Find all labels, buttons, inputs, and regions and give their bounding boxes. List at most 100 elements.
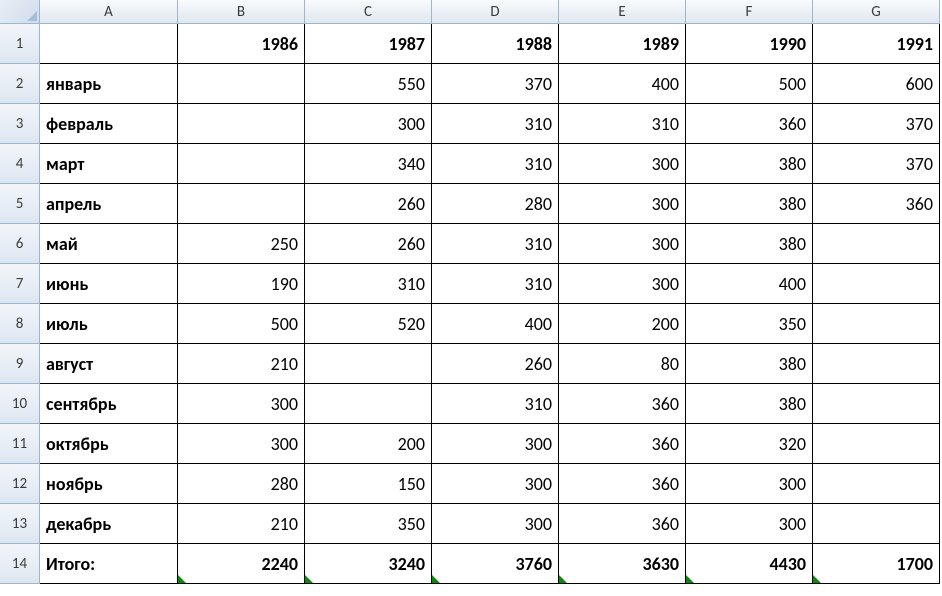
cell-C14[interactable]: 3240 [305, 544, 432, 584]
cell-B14[interactable]: 2240 [178, 544, 305, 584]
row-header-2[interactable]: 2 [0, 64, 40, 104]
cell-C5[interactable]: 260 [305, 184, 432, 224]
cell-E10[interactable]: 360 [559, 384, 686, 424]
cell-G3[interactable]: 370 [813, 104, 940, 144]
cell-D14[interactable]: 3760 [432, 544, 559, 584]
row-header-3[interactable]: 3 [0, 104, 40, 144]
cell-E5[interactable]: 300 [559, 184, 686, 224]
cell-F2[interactable]: 500 [686, 64, 813, 104]
cell-G7[interactable] [813, 264, 940, 304]
cell-G5[interactable]: 360 [813, 184, 940, 224]
cell-B4[interactable] [178, 144, 305, 184]
cell-A4[interactable]: март [40, 144, 178, 184]
cell-F9[interactable]: 380 [686, 344, 813, 384]
cell-B2[interactable] [178, 64, 305, 104]
cell-G4[interactable]: 370 [813, 144, 940, 184]
cell-E11[interactable]: 360 [559, 424, 686, 464]
row-header-6[interactable]: 6 [0, 224, 40, 264]
cell-F13[interactable]: 300 [686, 504, 813, 544]
cell-B7[interactable]: 190 [178, 264, 305, 304]
cell-D3[interactable]: 310 [432, 104, 559, 144]
cell-B1[interactable]: 1986 [178, 24, 305, 64]
cell-G14[interactable]: 1700 [813, 544, 940, 584]
cell-G12[interactable] [813, 464, 940, 504]
col-header-D[interactable]: D [432, 0, 559, 24]
cell-D5[interactable]: 280 [432, 184, 559, 224]
cell-A9[interactable]: август [40, 344, 178, 384]
cell-A8[interactable]: июль [40, 304, 178, 344]
cell-C2[interactable]: 550 [305, 64, 432, 104]
cell-C7[interactable]: 310 [305, 264, 432, 304]
cell-F3[interactable]: 360 [686, 104, 813, 144]
cell-E14[interactable]: 3630 [559, 544, 686, 584]
cell-B6[interactable]: 250 [178, 224, 305, 264]
cell-G2[interactable]: 600 [813, 64, 940, 104]
cell-F14[interactable]: 4430 [686, 544, 813, 584]
cell-B13[interactable]: 210 [178, 504, 305, 544]
cell-A2[interactable]: январь [40, 64, 178, 104]
cell-E8[interactable]: 200 [559, 304, 686, 344]
cell-G11[interactable] [813, 424, 940, 464]
row-header-5[interactable]: 5 [0, 184, 40, 224]
cell-C11[interactable]: 200 [305, 424, 432, 464]
cell-B3[interactable] [178, 104, 305, 144]
row-header-12[interactable]: 12 [0, 464, 40, 504]
cell-B9[interactable]: 210 [178, 344, 305, 384]
col-header-E[interactable]: E [559, 0, 686, 24]
cell-C13[interactable]: 350 [305, 504, 432, 544]
cell-D11[interactable]: 300 [432, 424, 559, 464]
cell-D6[interactable]: 310 [432, 224, 559, 264]
row-header-4[interactable]: 4 [0, 144, 40, 184]
cell-A12[interactable]: ноябрь [40, 464, 178, 504]
row-header-1[interactable]: 1 [0, 24, 40, 64]
row-header-10[interactable]: 10 [0, 384, 40, 424]
cell-A1[interactable] [40, 24, 178, 64]
cell-D13[interactable]: 300 [432, 504, 559, 544]
cell-G8[interactable] [813, 304, 940, 344]
cell-E4[interactable]: 300 [559, 144, 686, 184]
cell-E3[interactable]: 310 [559, 104, 686, 144]
cell-F11[interactable]: 320 [686, 424, 813, 464]
cell-D10[interactable]: 310 [432, 384, 559, 424]
cell-A11[interactable]: октябрь [40, 424, 178, 464]
cell-F8[interactable]: 350 [686, 304, 813, 344]
cell-D4[interactable]: 310 [432, 144, 559, 184]
cell-C4[interactable]: 340 [305, 144, 432, 184]
cell-D7[interactable]: 310 [432, 264, 559, 304]
cell-E6[interactable]: 300 [559, 224, 686, 264]
cell-B8[interactable]: 500 [178, 304, 305, 344]
cell-E13[interactable]: 360 [559, 504, 686, 544]
cell-A6[interactable]: май [40, 224, 178, 264]
cell-F1[interactable]: 1990 [686, 24, 813, 64]
cell-C8[interactable]: 520 [305, 304, 432, 344]
cell-B11[interactable]: 300 [178, 424, 305, 464]
cell-F4[interactable]: 380 [686, 144, 813, 184]
cell-G6[interactable] [813, 224, 940, 264]
cell-E2[interactable]: 400 [559, 64, 686, 104]
cell-F7[interactable]: 400 [686, 264, 813, 304]
cell-E7[interactable]: 300 [559, 264, 686, 304]
cell-E1[interactable]: 1989 [559, 24, 686, 64]
col-header-F[interactable]: F [686, 0, 813, 24]
col-header-B[interactable]: B [178, 0, 305, 24]
cell-A7[interactable]: июнь [40, 264, 178, 304]
cell-B12[interactable]: 280 [178, 464, 305, 504]
cell-G13[interactable] [813, 504, 940, 544]
select-all-corner[interactable] [0, 0, 40, 24]
cell-E12[interactable]: 360 [559, 464, 686, 504]
row-header-13[interactable]: 13 [0, 504, 40, 544]
row-header-8[interactable]: 8 [0, 304, 40, 344]
cell-C1[interactable]: 1987 [305, 24, 432, 64]
col-header-C[interactable]: C [305, 0, 432, 24]
cell-B5[interactable] [178, 184, 305, 224]
cell-C3[interactable]: 300 [305, 104, 432, 144]
cell-D1[interactable]: 1988 [432, 24, 559, 64]
cell-G10[interactable] [813, 384, 940, 424]
cell-A13[interactable]: декабрь [40, 504, 178, 544]
cell-C6[interactable]: 260 [305, 224, 432, 264]
cell-A10[interactable]: сентябрь [40, 384, 178, 424]
cell-A3[interactable]: февраль [40, 104, 178, 144]
cell-B10[interactable]: 300 [178, 384, 305, 424]
row-header-14[interactable]: 14 [0, 544, 40, 584]
cell-D8[interactable]: 400 [432, 304, 559, 344]
